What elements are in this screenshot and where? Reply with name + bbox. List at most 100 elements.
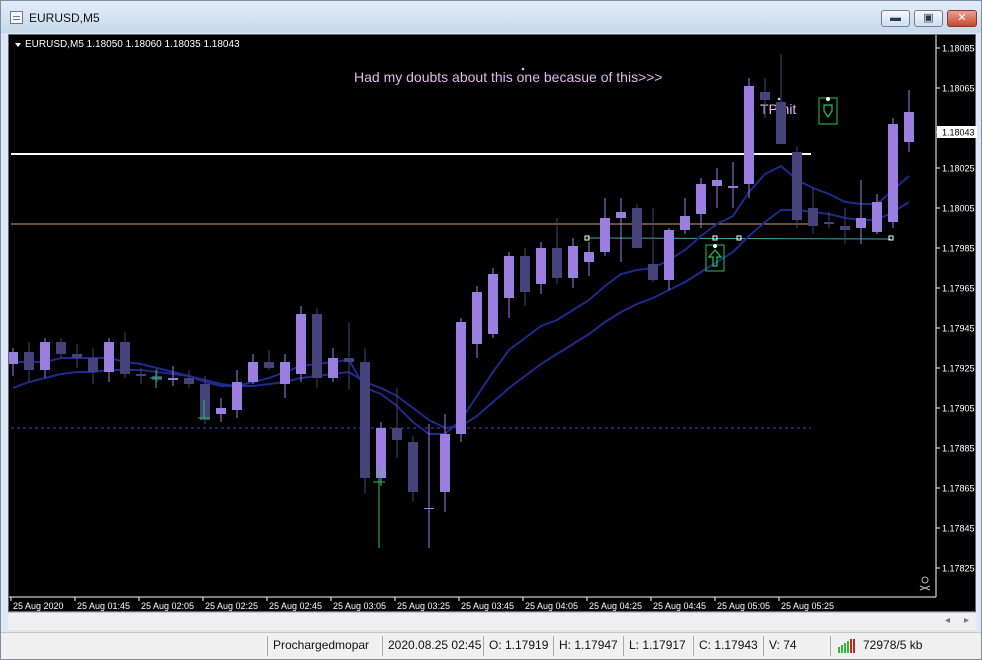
scroll-left-icon[interactable]: ◂ [945,615,950,626]
candle[interactable] [376,422,386,486]
candle-body [552,248,562,278]
candle-body [664,230,674,280]
candle-body [280,362,290,384]
candle-body [456,322,466,434]
bar-datetime: 2020.08.25 02:45 [382,636,482,656]
candle[interactable] [9,348,18,376]
candle[interactable] [56,338,66,358]
candle[interactable] [856,180,866,244]
candle[interactable] [520,248,530,306]
price-tick-label: 1.18085 [942,44,975,54]
candle-body [504,256,514,298]
candle[interactable] [104,338,114,382]
candle-body [616,212,626,218]
price-tick-label: 1.17845 [942,524,975,534]
candle[interactable] [312,308,322,388]
candle-body [520,256,530,292]
terminal-window: EURUSD,M5 ▬ ▣ ✕ EURUSD,M5 1.18050 1.1806… [0,0,982,660]
candle[interactable] [88,348,98,384]
candle[interactable] [440,414,450,512]
candle-body [408,442,418,492]
traffic-label: 72978/5 kb [863,638,923,652]
candle[interactable] [424,424,434,548]
maximize-button[interactable]: ▣ [914,10,943,27]
status-bar: Prochargedmopar 2020.08.25 02:45 O: 1.17… [1,632,981,659]
candle[interactable] [888,118,898,228]
candle-body [376,428,386,478]
price-tick-label: 1.17985 [942,244,975,254]
candle[interactable] [360,348,370,494]
candle-body [648,264,658,280]
bar-low: L: 1.17917 [623,636,692,656]
candle[interactable] [184,370,194,388]
candle[interactable] [616,198,626,262]
chart-area[interactable]: EURUSD,M5 1.18050 1.18060 1.18035 1.1804… [8,34,977,613]
candle[interactable] [328,348,338,382]
chart-menu-icon[interactable] [15,43,21,47]
candle[interactable] [72,344,82,368]
chart-window-icon [10,11,23,24]
candle[interactable] [648,208,658,282]
candle[interactable] [248,354,258,384]
candle[interactable] [696,178,706,228]
candle[interactable] [504,252,514,318]
candle[interactable] [776,54,786,144]
candle[interactable] [344,322,354,390]
skull-icon[interactable] [919,576,931,591]
candle[interactable] [120,332,130,378]
candle[interactable] [744,78,754,198]
candle[interactable] [808,188,818,234]
price-chart[interactable]: EURUSD,M5 1.18050 1.18060 1.18035 1.1804… [9,35,977,613]
candle[interactable] [664,228,674,290]
candle[interactable] [488,268,498,338]
candle-body [88,358,98,372]
time-tick-label: 25 Aug 04:25 [589,601,642,611]
candle[interactable] [600,198,610,256]
title-bar[interactable]: EURUSD,M5 ▬ ▣ ✕ [1,1,981,33]
candle-body [120,342,130,374]
minimize-button[interactable]: ▬ [881,10,910,27]
candle[interactable] [40,338,50,378]
candle[interactable] [456,318,466,442]
candle-body [488,274,498,334]
candle[interactable] [728,162,738,208]
candle[interactable] [904,90,914,152]
candle-body [808,208,818,226]
candle[interactable] [680,198,690,234]
price-tick-label: 1.17825 [942,564,975,574]
candle[interactable] [296,306,306,382]
annotation-anchor [521,67,525,71]
connection-status[interactable]: 72978/5 kb [830,636,978,656]
candle[interactable] [568,238,578,288]
candle-body [872,202,882,232]
candle[interactable] [216,398,226,422]
candle[interactable] [712,168,722,208]
candle[interactable] [472,286,482,358]
candle[interactable] [24,342,34,382]
candle[interactable] [408,436,418,502]
window-title: EURUSD,M5 [29,11,100,25]
price-tick-label: 1.17865 [942,484,975,494]
candle-body [344,358,354,362]
bar-high: H: 1.17947 [553,636,622,656]
candle[interactable] [232,370,242,418]
candle[interactable] [536,242,546,294]
doubts-annotation[interactable]: Had my doubts about this one becasue of … [354,69,663,85]
candle-body [904,112,914,142]
candle[interactable] [280,354,290,398]
horizontal-scrollbar[interactable]: ◂ ▸ [8,612,976,630]
candle[interactable] [552,218,562,284]
candle-body [200,384,210,420]
candle-body [840,226,850,230]
close-button[interactable]: ✕ [947,10,977,27]
candle-body [264,362,274,368]
candle[interactable] [584,242,594,276]
profile-name[interactable]: Prochargedmopar [267,636,381,656]
candle[interactable] [632,204,642,248]
candle[interactable] [168,366,178,386]
candle[interactable] [792,146,802,228]
candle[interactable] [264,350,274,370]
scroll-right-icon[interactable]: ▸ [964,615,969,626]
take-profit-icon[interactable] [818,97,838,125]
candle[interactable] [152,368,162,382]
